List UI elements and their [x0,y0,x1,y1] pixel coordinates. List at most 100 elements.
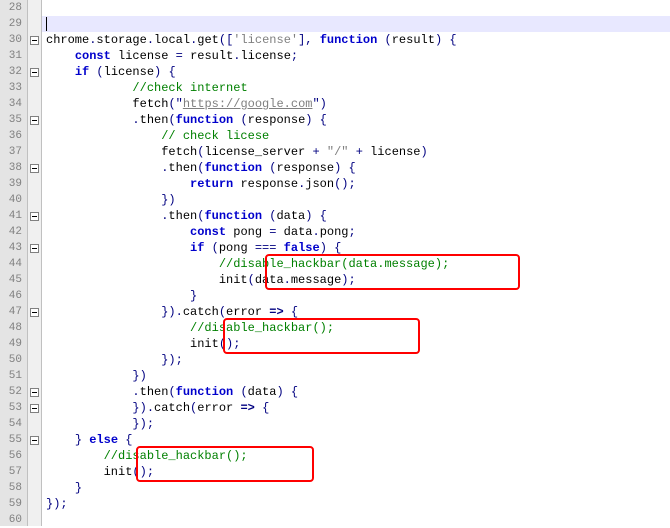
code-line[interactable]: fetch("https://google.com") [42,96,670,112]
token-id: license [240,49,290,63]
line-number: 39 [0,176,27,192]
fold-marker [28,128,41,144]
line-number: 53 [0,400,27,416]
token-op: }). [161,305,183,319]
token-id: message [291,273,341,287]
token-kw: const [75,49,111,63]
code-line[interactable]: fetch(license_server + "/" + license) [42,144,670,160]
code-line[interactable]: init(data.message); [42,272,670,288]
fold-marker [28,448,41,464]
fold-marker[interactable] [28,400,41,416]
code-line[interactable]: }); [42,416,670,432]
code-line[interactable]: } [42,288,670,304]
token-ws [168,49,175,63]
code-line[interactable]: init(); [42,336,670,352]
token-ws [46,353,161,367]
line-number: 41 [0,208,27,224]
code-line[interactable]: if (license) { [42,64,670,80]
token-id: init [190,337,219,351]
fold-marker[interactable] [28,160,41,176]
fold-marker[interactable] [28,384,41,400]
token-id: init [219,273,248,287]
token-op: ( [96,65,103,79]
line-number: 49 [0,336,27,352]
token-op: }). [132,401,154,415]
token-ws [183,49,190,63]
fold-marker[interactable] [28,112,41,128]
code-line[interactable]: //disable_hackbar(); [42,320,670,336]
token-op: + [356,145,363,159]
code-line[interactable]: .then(function (response) { [42,112,670,128]
code-line[interactable]: } [42,480,670,496]
token-op: . [312,225,319,239]
code-line[interactable]: }).catch(error => { [42,400,670,416]
fold-marker[interactable] [28,32,41,48]
code-editor[interactable]: chrome.storage.local.get(['license'], fu… [42,0,670,526]
code-line[interactable]: if (pong === false) { [42,240,670,256]
token-ws [46,273,219,287]
fold-marker [28,16,41,32]
token-op: ( [377,33,391,47]
token-id: pong [219,241,248,255]
code-line[interactable]: return response.json(); [42,176,670,192]
token-op: ) { [305,209,327,223]
token-kw: if [190,241,204,255]
text-cursor [46,17,47,31]
code-line[interactable]: const pong = data.pong; [42,224,670,240]
code-line[interactable]: init(); [42,464,670,480]
code-line[interactable]: }); [42,496,670,512]
fold-marker [28,416,41,432]
code-line[interactable]: chrome.storage.local.get(['license'], fu… [42,32,670,48]
token-id: chrome [46,33,89,47]
token-op: } [75,433,89,447]
token-ws [46,289,190,303]
token-op: ) { [305,113,327,127]
token-str: "/" [327,145,349,159]
token-id: catch [154,401,190,415]
line-number: 36 [0,128,27,144]
fold-marker[interactable] [28,304,41,320]
token-op: ( [212,241,219,255]
code-line[interactable]: } else { [42,432,670,448]
line-number: 52 [0,384,27,400]
token-op: ); [341,273,355,287]
code-line[interactable]: //disable_hackbar(data.message); [42,256,670,272]
code-line[interactable]: }) [42,192,670,208]
code-line[interactable]: }).catch(error => { [42,304,670,320]
line-number: 29 [0,16,27,32]
token-arrow: => [269,305,283,319]
token-id: result [392,33,435,47]
token-url: https://google.com [183,97,313,111]
code-line[interactable]: //disable_hackbar(); [42,448,670,464]
token-id: then [168,161,197,175]
token-ws [46,481,75,495]
fold-marker[interactable] [28,240,41,256]
line-number: 38 [0,160,27,176]
fold-marker[interactable] [28,64,41,80]
code-line[interactable]: // check licese [42,128,670,144]
fold-column[interactable] [28,0,42,526]
code-line[interactable]: }); [42,352,670,368]
token-id: fetch [132,97,168,111]
token-op: === [255,241,277,255]
fold-marker [28,480,41,496]
token-ws [46,97,132,111]
token-cmt: //disable_hackbar(); [104,449,248,463]
token-op: ( [233,385,247,399]
fold-marker[interactable] [28,208,41,224]
code-line[interactable] [42,16,670,32]
code-line[interactable]: .then(function (data) { [42,208,670,224]
code-line[interactable]: }) [42,368,670,384]
code-line[interactable]: .then(function (data) { [42,384,670,400]
fold-marker[interactable] [28,432,41,448]
token-id: license [370,145,420,159]
token-op: }); [46,497,68,511]
token-ws [46,193,161,207]
code-line[interactable]: .then(function (response) { [42,160,670,176]
token-str: 'license' [233,33,298,47]
code-line[interactable]: const license = result.license; [42,48,670,64]
code-line[interactable]: //check internet [42,80,670,96]
token-op: ) { [276,385,298,399]
code-line[interactable] [42,0,670,16]
token-id: pong [320,225,349,239]
